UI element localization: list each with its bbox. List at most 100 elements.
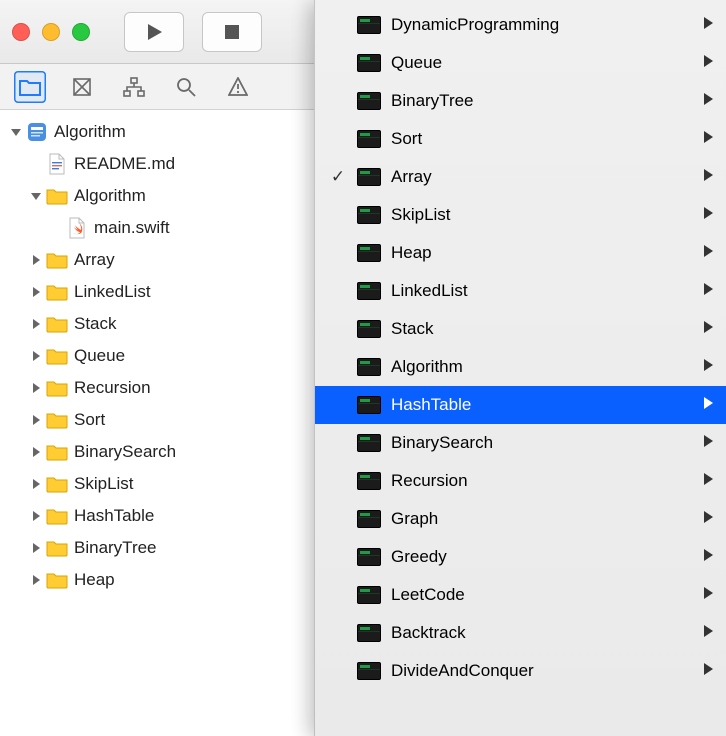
- scheme-menu-item-label: Greedy: [391, 547, 692, 567]
- tree-label: HashTable: [74, 506, 154, 526]
- scheme-menu-item-label: HashTable: [391, 395, 692, 415]
- issue-navigator-icon[interactable]: [222, 71, 254, 103]
- folder-icon: [46, 441, 68, 463]
- stop-button[interactable]: [202, 12, 262, 52]
- executable-target-icon: [357, 282, 381, 300]
- submenu-arrow-icon: [702, 319, 714, 339]
- tree-label: Heap: [74, 570, 115, 590]
- tree-label: Algorithm: [54, 122, 126, 142]
- disclosure-right-icon[interactable]: [28, 508, 44, 524]
- scheme-menu-item[interactable]: Greedy: [315, 538, 726, 576]
- disclosure-right-icon[interactable]: [28, 252, 44, 268]
- scheme-menu-item[interactable]: HashTable: [315, 386, 726, 424]
- executable-target-icon: [357, 130, 381, 148]
- folder-icon: [46, 537, 68, 559]
- scheme-menu-item-label: Backtrack: [391, 623, 692, 643]
- scheme-menu-item[interactable]: BinaryTree: [315, 82, 726, 120]
- scheme-menu-item-label: BinarySearch: [391, 433, 692, 453]
- submenu-arrow-icon: [702, 547, 714, 567]
- window-controls: [12, 23, 90, 41]
- disclosure-down-icon[interactable]: [8, 124, 24, 140]
- disclosure-right-icon[interactable]: [28, 348, 44, 364]
- close-window-button[interactable]: [12, 23, 30, 41]
- executable-target-icon: [357, 434, 381, 452]
- executable-target-icon: [357, 624, 381, 642]
- executable-target-icon: [357, 586, 381, 604]
- disclosure-right-icon[interactable]: [28, 476, 44, 492]
- disclosure-right-icon[interactable]: [28, 316, 44, 332]
- scheme-menu-item[interactable]: Heap: [315, 234, 726, 272]
- submenu-arrow-icon: [702, 623, 714, 643]
- submenu-arrow-icon: [702, 281, 714, 301]
- scheme-menu-item-label: Graph: [391, 509, 692, 529]
- scheme-menu-item-label: SkipList: [391, 205, 692, 225]
- submenu-arrow-icon: [702, 167, 714, 187]
- tree-label: Algorithm: [74, 186, 146, 206]
- disclosure-right-icon[interactable]: [28, 412, 44, 428]
- xcodeproj-icon: [26, 121, 48, 143]
- folder-icon: [46, 281, 68, 303]
- scheme-menu-item-label: LinkedList: [391, 281, 692, 301]
- submenu-arrow-icon: [702, 433, 714, 453]
- executable-target-icon: [357, 662, 381, 680]
- disclosure-right-icon[interactable]: [28, 380, 44, 396]
- scheme-menu-item-label: Algorithm: [391, 357, 692, 377]
- scheme-menu-item[interactable]: Graph: [315, 500, 726, 538]
- tree-label: Array: [74, 250, 115, 270]
- tree-label: Recursion: [74, 378, 151, 398]
- scheme-menu-item-label: Stack: [391, 319, 692, 339]
- disclosure-right-icon[interactable]: [28, 284, 44, 300]
- scheme-menu-item[interactable]: BinarySearch: [315, 424, 726, 462]
- find-navigator-icon[interactable]: [170, 71, 202, 103]
- source-control-navigator-icon[interactable]: [66, 71, 98, 103]
- scheme-menu-item[interactable]: DynamicProgramming: [315, 6, 726, 44]
- scheme-menu-item[interactable]: LeetCode: [315, 576, 726, 614]
- scheme-menu-item[interactable]: Sort: [315, 120, 726, 158]
- scheme-menu-item[interactable]: Recursion: [315, 462, 726, 500]
- folder-icon: [46, 313, 68, 335]
- scheme-menu-item-label: DynamicProgramming: [391, 15, 692, 35]
- scheme-menu-item[interactable]: Algorithm: [315, 348, 726, 386]
- submenu-arrow-icon: [702, 91, 714, 111]
- submenu-arrow-icon: [702, 15, 714, 35]
- scheme-menu-item-label: Recursion: [391, 471, 692, 491]
- scheme-menu-item[interactable]: ✓ Array: [315, 158, 726, 196]
- scheme-menu-item[interactable]: Backtrack: [315, 614, 726, 652]
- folder-icon: [46, 377, 68, 399]
- submenu-arrow-icon: [702, 471, 714, 491]
- project-navigator-icon[interactable]: [14, 71, 46, 103]
- scheme-menu-item[interactable]: Queue: [315, 44, 726, 82]
- scheme-menu-item[interactable]: SkipList: [315, 196, 726, 234]
- symbol-navigator-icon[interactable]: [118, 71, 150, 103]
- run-button[interactable]: [124, 12, 184, 52]
- executable-target-icon: [357, 510, 381, 528]
- executable-target-icon: [357, 358, 381, 376]
- tree-label: BinarySearch: [74, 442, 176, 462]
- disclosure-right-icon[interactable]: [28, 540, 44, 556]
- submenu-arrow-icon: [702, 395, 714, 415]
- folder-icon: [46, 345, 68, 367]
- scheme-menu-item-label: BinaryTree: [391, 91, 692, 111]
- scheme-menu-item[interactable]: Stack: [315, 310, 726, 348]
- tree-label: LinkedList: [74, 282, 151, 302]
- tree-label: BinaryTree: [74, 538, 157, 558]
- tree-label: Queue: [74, 346, 125, 366]
- zoom-window-button[interactable]: [72, 23, 90, 41]
- swift-file-icon: [66, 217, 88, 239]
- folder-icon: [46, 569, 68, 591]
- scheme-menu-item-label: Array: [391, 167, 692, 187]
- minimize-window-button[interactable]: [42, 23, 60, 41]
- disclosure-right-icon[interactable]: [28, 444, 44, 460]
- executable-target-icon: [357, 548, 381, 566]
- scheme-menu-item[interactable]: DivideAndConquer: [315, 652, 726, 690]
- executable-target-icon: [357, 396, 381, 414]
- scheme-menu-item-label: Heap: [391, 243, 692, 263]
- folder-icon: [46, 409, 68, 431]
- submenu-arrow-icon: [702, 509, 714, 529]
- scheme-menu-item[interactable]: LinkedList: [315, 272, 726, 310]
- executable-target-icon: [357, 168, 381, 186]
- disclosure-down-icon[interactable]: [28, 188, 44, 204]
- folder-icon: [46, 505, 68, 527]
- submenu-arrow-icon: [702, 357, 714, 377]
- disclosure-right-icon[interactable]: [28, 572, 44, 588]
